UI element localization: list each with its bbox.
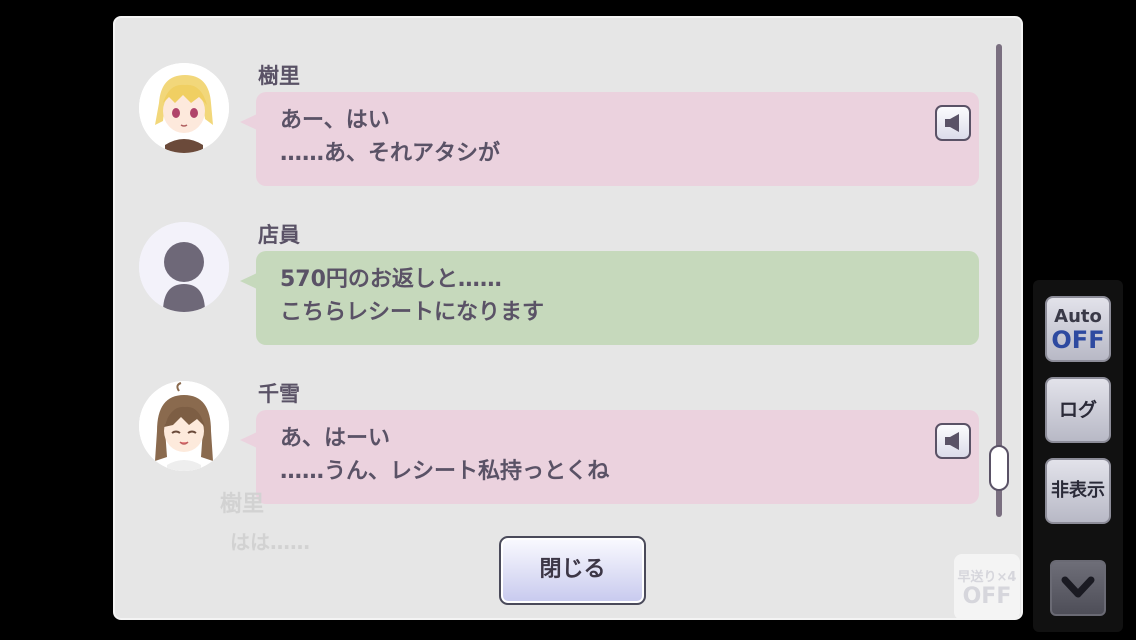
fast-forward-state: OFF [962,584,1012,609]
dialogue-bubble: あ、はーい ……うん、レシート私持っとくね [240,410,979,504]
dialogue-line: こちらレシートになります [280,300,545,325]
fast-forward-button[interactable]: 早送り×4 OFF [954,554,1020,620]
side-control-panel: Auto OFF ログ 非表示 [1033,280,1123,632]
speaker-name: 千雪 [258,382,300,406]
menu-toggle-button[interactable] [1050,560,1106,616]
bubble-tail [240,114,257,130]
chiyuki-avatar [139,381,229,471]
dialogue-line: ……あ、それアタシが [280,141,501,166]
hide-ui-label: 非表示 [1051,480,1105,501]
clerk-avatar [139,222,229,312]
dialogue-line: ……うん、レシート私持っとくね [280,459,610,484]
scrollbar-thumb[interactable] [989,445,1009,491]
speaker-icon [945,114,959,132]
fast-forward-label: 早送り×4 [957,570,1017,585]
speaker-name: 店員 [258,223,300,247]
log-window: 樹里 あー、はい ……あ、それアタシが 店員 570円のお返しと…… こちらレシ… [113,16,1023,620]
log-button-label: ログ [1058,399,1097,421]
dialogue-line: あ、はーい [280,426,391,451]
auto-label: Auto [1054,306,1102,327]
close-button[interactable]: 閉じる [499,536,646,605]
voice-replay-button[interactable] [935,105,971,141]
bubble-tail [240,273,257,289]
auto-state: OFF [1051,326,1105,354]
bubble-tail [240,432,257,448]
auto-button[interactable]: Auto OFF [1045,296,1111,362]
dialogue-bubble: 570円のお返しと…… こちらレシートになります [240,251,979,345]
dialogue-line: 570円のお返しと…… [280,267,502,292]
speaker-icon [945,432,959,450]
speaker-name: 樹里 [258,64,300,88]
background-dialogue: はは…… [230,530,310,554]
chevron-down-icon [1061,576,1095,598]
voice-replay-button[interactable] [935,423,971,459]
background-speaker-name: 樹里 [220,492,265,517]
juri-avatar [139,63,229,153]
dialogue-line: あー、はい [280,108,390,133]
hide-ui-button[interactable]: 非表示 [1045,458,1111,524]
dialogue-bubble: あー、はい ……あ、それアタシが [240,92,979,186]
log-button[interactable]: ログ [1045,377,1111,443]
